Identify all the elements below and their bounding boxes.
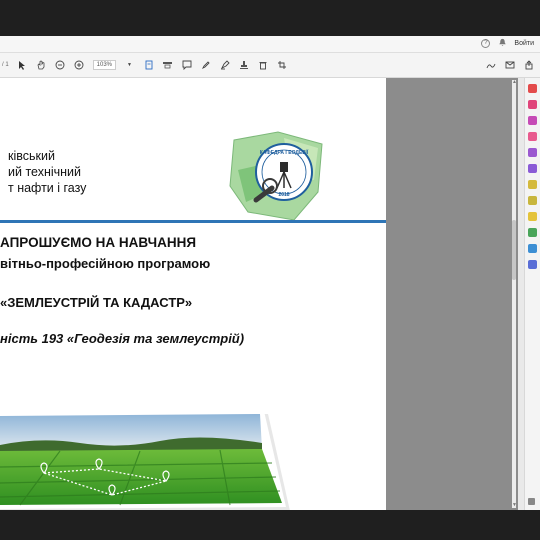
protect-icon[interactable] <box>528 196 537 205</box>
select-cursor-icon[interactable] <box>17 59 28 70</box>
comment-icon[interactable] <box>181 59 192 70</box>
highlight-icon[interactable] <box>219 59 230 70</box>
department-logo: КАФЕДРА ГЕОДЕЗІЇ 2018 <box>229 131 323 221</box>
fill-sign-icon[interactable] <box>528 164 537 173</box>
redact-icon[interactable] <box>528 244 537 253</box>
pen-icon[interactable] <box>200 59 211 70</box>
hand-icon[interactable] <box>36 59 47 70</box>
combine-icon[interactable] <box>528 132 537 141</box>
title-bar-actions: ? Войти <box>481 38 534 48</box>
scrollbar-thumb[interactable] <box>512 220 516 280</box>
mail-icon[interactable] <box>504 59 515 70</box>
share-icon[interactable] <box>523 59 534 70</box>
organize-icon[interactable] <box>528 148 537 157</box>
tools-rail <box>524 78 540 510</box>
institution-line-1: ківський <box>8 149 55 163</box>
invitation-heading: АПРОШУЄМО НА НАВЧАННЯ <box>0 235 197 250</box>
chevron-down-icon[interactable]: ▼ <box>124 59 135 70</box>
scroll-up-icon[interactable]: ▲ <box>512 80 517 85</box>
institution-name: ківський ий технічний т нафти і газу <box>8 148 86 196</box>
logo-ring-text: КАФЕДРА ГЕОДЕЗІЇ <box>260 149 309 156</box>
crop-icon[interactable] <box>276 59 287 70</box>
title-bar: ? Войти <box>0 36 540 53</box>
scan-icon[interactable] <box>528 180 537 189</box>
sign-in-button[interactable]: Войти <box>514 40 534 47</box>
compare-icon[interactable] <box>528 228 537 237</box>
comment-tool-icon[interactable] <box>528 212 537 221</box>
field-photo <box>0 411 290 510</box>
header-divider <box>0 220 386 223</box>
pdf-page: ківський ий технічний т нафти і газу КАФ… <box>0 78 386 510</box>
help-icon[interactable]: ? <box>481 38 491 48</box>
sign-icon[interactable] <box>485 59 496 70</box>
program-name: «ЗЕМЛЕУСТРІЙ ТА КАДАСТР» <box>0 295 193 310</box>
institution-line-2: ий технічний <box>8 165 82 179</box>
app-window: ? Войти / 1 103% ▼ ківський ий технічний… <box>0 36 540 510</box>
zoom-in-icon[interactable] <box>74 59 85 70</box>
document-viewer[interactable]: ківський ий технічний т нафти і газу КАФ… <box>0 78 518 510</box>
export-pdf-icon[interactable] <box>528 84 537 93</box>
page-fit-icon[interactable] <box>143 59 154 70</box>
zoom-level-select[interactable]: 103% <box>92 59 117 70</box>
create-pdf-icon[interactable] <box>528 100 537 109</box>
program-subheading: вітньо-професійною програмою <box>0 256 211 271</box>
scroll-down-icon[interactable]: ▼ <box>512 503 517 508</box>
specialty-line: ність 193 «Геодезія та землеустрій) <box>0 331 245 346</box>
logo-year-text: 2018 <box>278 192 289 198</box>
delete-icon[interactable] <box>257 59 268 70</box>
edit-pdf-icon[interactable] <box>528 116 537 125</box>
display-options-icon[interactable] <box>162 59 173 70</box>
bell-icon[interactable] <box>497 38 507 48</box>
more-tools-icon[interactable] <box>528 260 537 269</box>
page-indicator: / 1 <box>2 61 9 68</box>
institution-line-3: т нафти і газу <box>8 181 87 195</box>
vertical-scrollbar[interactable]: ▲ ▼ <box>512 80 517 508</box>
zoom-out-icon[interactable] <box>55 59 66 70</box>
main-toolbar: / 1 103% ▼ <box>0 53 540 78</box>
stamp-icon[interactable] <box>238 59 249 70</box>
collapse-rail-icon[interactable] <box>528 498 535 505</box>
